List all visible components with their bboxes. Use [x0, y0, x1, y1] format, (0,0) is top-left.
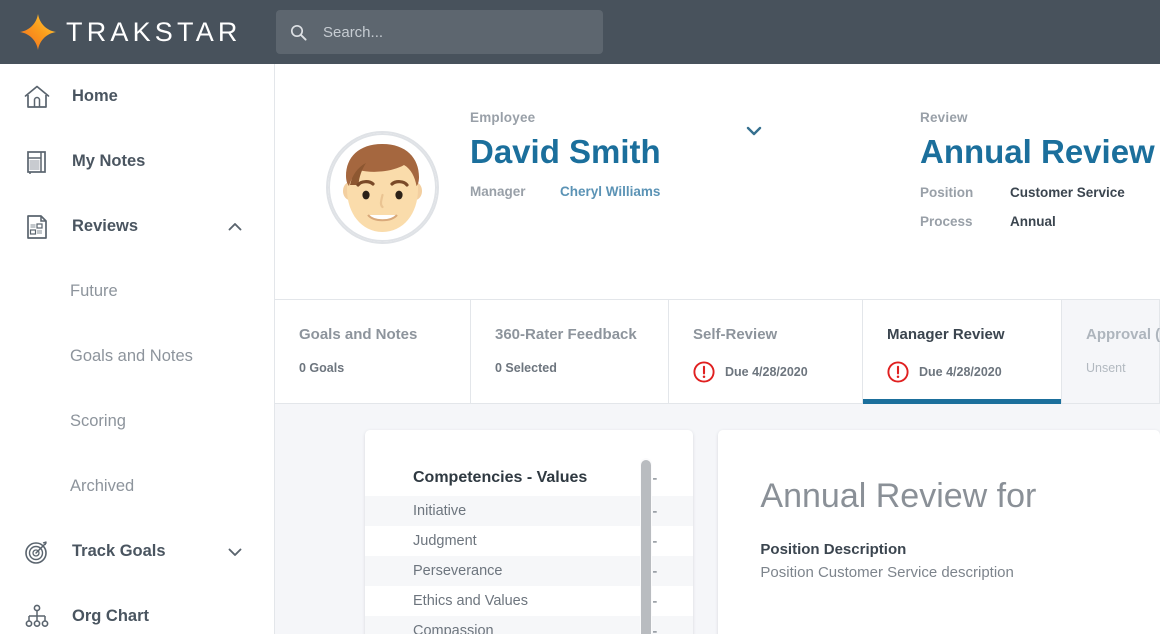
- manager-row: Manager Cheryl Williams: [470, 184, 661, 199]
- position-label: Position: [920, 185, 1010, 200]
- alert-exclamation-icon: [887, 361, 909, 383]
- sidebar-item-scoring[interactable]: Scoring: [0, 389, 274, 454]
- brand-logo[interactable]: TRAKSTAR: [0, 12, 258, 52]
- top-navigation-bar: TRAKSTAR: [0, 0, 1160, 64]
- target-icon: [22, 537, 52, 567]
- sidebar-item-label: Reviews: [72, 217, 138, 236]
- sidebar-subitem-label: Future: [70, 282, 118, 301]
- sidebar-item-label: Org Chart: [72, 607, 149, 626]
- tab-title: Self-Review: [693, 326, 862, 343]
- search-input[interactable]: [323, 24, 589, 41]
- position-description-label: Position Description: [760, 541, 1160, 558]
- sidebar-item-reviews[interactable]: Reviews: [0, 194, 274, 259]
- tab-status: 0 Goals: [299, 361, 470, 375]
- tab-status-text: Due 4/28/2020: [725, 365, 808, 379]
- notebook-icon: [22, 147, 52, 177]
- org-chart-icon: [22, 602, 52, 632]
- tab-title: 360-Rater Feedback: [495, 326, 668, 343]
- chevron-up-icon[interactable]: [226, 218, 244, 236]
- tab-status-text: 0 Selected: [495, 361, 557, 375]
- competencies-title: Competencies - Values: [413, 469, 587, 487]
- sidebar-item-org-chart[interactable]: Org Chart: [0, 584, 274, 634]
- tab-status: Due 4/28/2020: [887, 361, 1061, 383]
- competency-name: Perseverance: [413, 563, 502, 579]
- tab-approval[interactable]: Approval ( Unsent: [1062, 300, 1160, 403]
- sidebar-item-goals-and-notes[interactable]: Goals and Notes: [0, 324, 274, 389]
- sidebar-item-my-notes[interactable]: My Notes: [0, 129, 274, 194]
- competency-name: Judgment: [413, 533, 477, 549]
- review-name: Annual Review: [920, 133, 1155, 171]
- tab-360-rater-feedback[interactable]: 360-Rater Feedback 0 Selected: [471, 300, 669, 403]
- tab-manager-review[interactable]: Manager Review Due 4/28/2020: [863, 300, 1062, 403]
- sidebar-item-label: Track Goals: [72, 542, 166, 561]
- main-content: Employee David Smith Manager Cheryl Will…: [275, 64, 1160, 634]
- tab-title: Goals and Notes: [299, 326, 470, 343]
- employee-label: Employee: [470, 110, 661, 125]
- sidebar-item-future[interactable]: Future: [0, 259, 274, 324]
- process-label: Process: [920, 214, 1010, 229]
- sidebar-subitem-label: Goals and Notes: [70, 347, 193, 366]
- position-row: Position Customer Service: [920, 185, 1155, 200]
- competency-name: Ethics and Values: [413, 593, 528, 609]
- position-description-text: Position Customer Service description: [760, 564, 1160, 581]
- competency-score: -: [652, 593, 657, 610]
- review-content-area: Competencies - Values - Initiative - Jud…: [275, 404, 1160, 634]
- employee-name[interactable]: David Smith: [470, 133, 661, 171]
- process-row: Process Annual: [920, 214, 1155, 229]
- competency-score: -: [652, 623, 657, 634]
- tab-self-review[interactable]: Self-Review Due 4/28/2020: [669, 300, 863, 403]
- chevron-down-icon[interactable]: [226, 543, 244, 561]
- review-info: Review Annual Review Position Customer S…: [920, 110, 1155, 229]
- employee-info: Employee David Smith Manager Cheryl Will…: [470, 110, 661, 199]
- review-form-card: Annual Review for Position Description P…: [718, 430, 1160, 634]
- sidebar-item-label: Home: [72, 87, 118, 106]
- tab-status-text: Due 4/28/2020: [919, 365, 1002, 379]
- sidebar-navigation: Home My Notes: [0, 64, 275, 634]
- search-icon: [290, 24, 307, 41]
- competency-score: -: [652, 563, 657, 580]
- tab-status-text: Unsent: [1086, 361, 1126, 375]
- position-value: Customer Service: [1010, 185, 1125, 200]
- competencies-card: Competencies - Values - Initiative - Jud…: [365, 430, 693, 634]
- review-stage-tabs: Goals and Notes 0 Goals 360-Rater Feedba…: [275, 299, 1160, 404]
- home-icon: [22, 82, 52, 112]
- sidebar-subitem-label: Archived: [70, 477, 134, 496]
- tab-status-text: 0 Goals: [299, 361, 344, 375]
- review-form-heading: Annual Review for: [760, 478, 1160, 515]
- avatar: [326, 131, 439, 244]
- competency-name: Compassion: [413, 623, 494, 634]
- manager-name-link[interactable]: Cheryl Williams: [560, 184, 660, 199]
- competency-score: -: [652, 533, 657, 550]
- four-point-star-icon: [18, 12, 58, 52]
- tab-goals-and-notes[interactable]: Goals and Notes 0 Goals: [275, 300, 471, 403]
- employee-avatar-icon: [328, 133, 437, 242]
- tab-status: Unsent: [1086, 361, 1159, 375]
- employee-selector-chevron-down-icon[interactable]: [743, 120, 765, 142]
- manager-label: Manager: [470, 184, 560, 199]
- sidebar-item-track-goals[interactable]: Track Goals: [0, 519, 274, 584]
- process-value: Annual: [1010, 214, 1056, 229]
- review-document-icon: [22, 212, 52, 242]
- tab-status: Due 4/28/2020: [693, 361, 862, 383]
- competency-score: -: [652, 503, 657, 520]
- competency-name: Initiative: [413, 503, 466, 519]
- sidebar-item-label: My Notes: [72, 152, 145, 171]
- tab-title: Manager Review: [887, 326, 1061, 343]
- review-profile-header: Employee David Smith Manager Cheryl Will…: [275, 64, 1160, 299]
- alert-exclamation-icon: [693, 361, 715, 383]
- search-bar[interactable]: [276, 10, 603, 54]
- competencies-scrollbar-thumb[interactable]: [641, 460, 651, 634]
- tab-status: 0 Selected: [495, 361, 668, 375]
- brand-name: TRAKSTAR: [66, 17, 242, 48]
- sidebar-item-home[interactable]: Home: [0, 64, 274, 129]
- trakstar-review-page: TRAKSTAR Home: [0, 0, 1160, 634]
- competencies-overall-score: -: [652, 470, 657, 487]
- tab-title: Approval (: [1086, 326, 1159, 343]
- sidebar-subitem-label: Scoring: [70, 412, 126, 431]
- review-label: Review: [920, 110, 1155, 125]
- sidebar-item-archived[interactable]: Archived: [0, 454, 274, 519]
